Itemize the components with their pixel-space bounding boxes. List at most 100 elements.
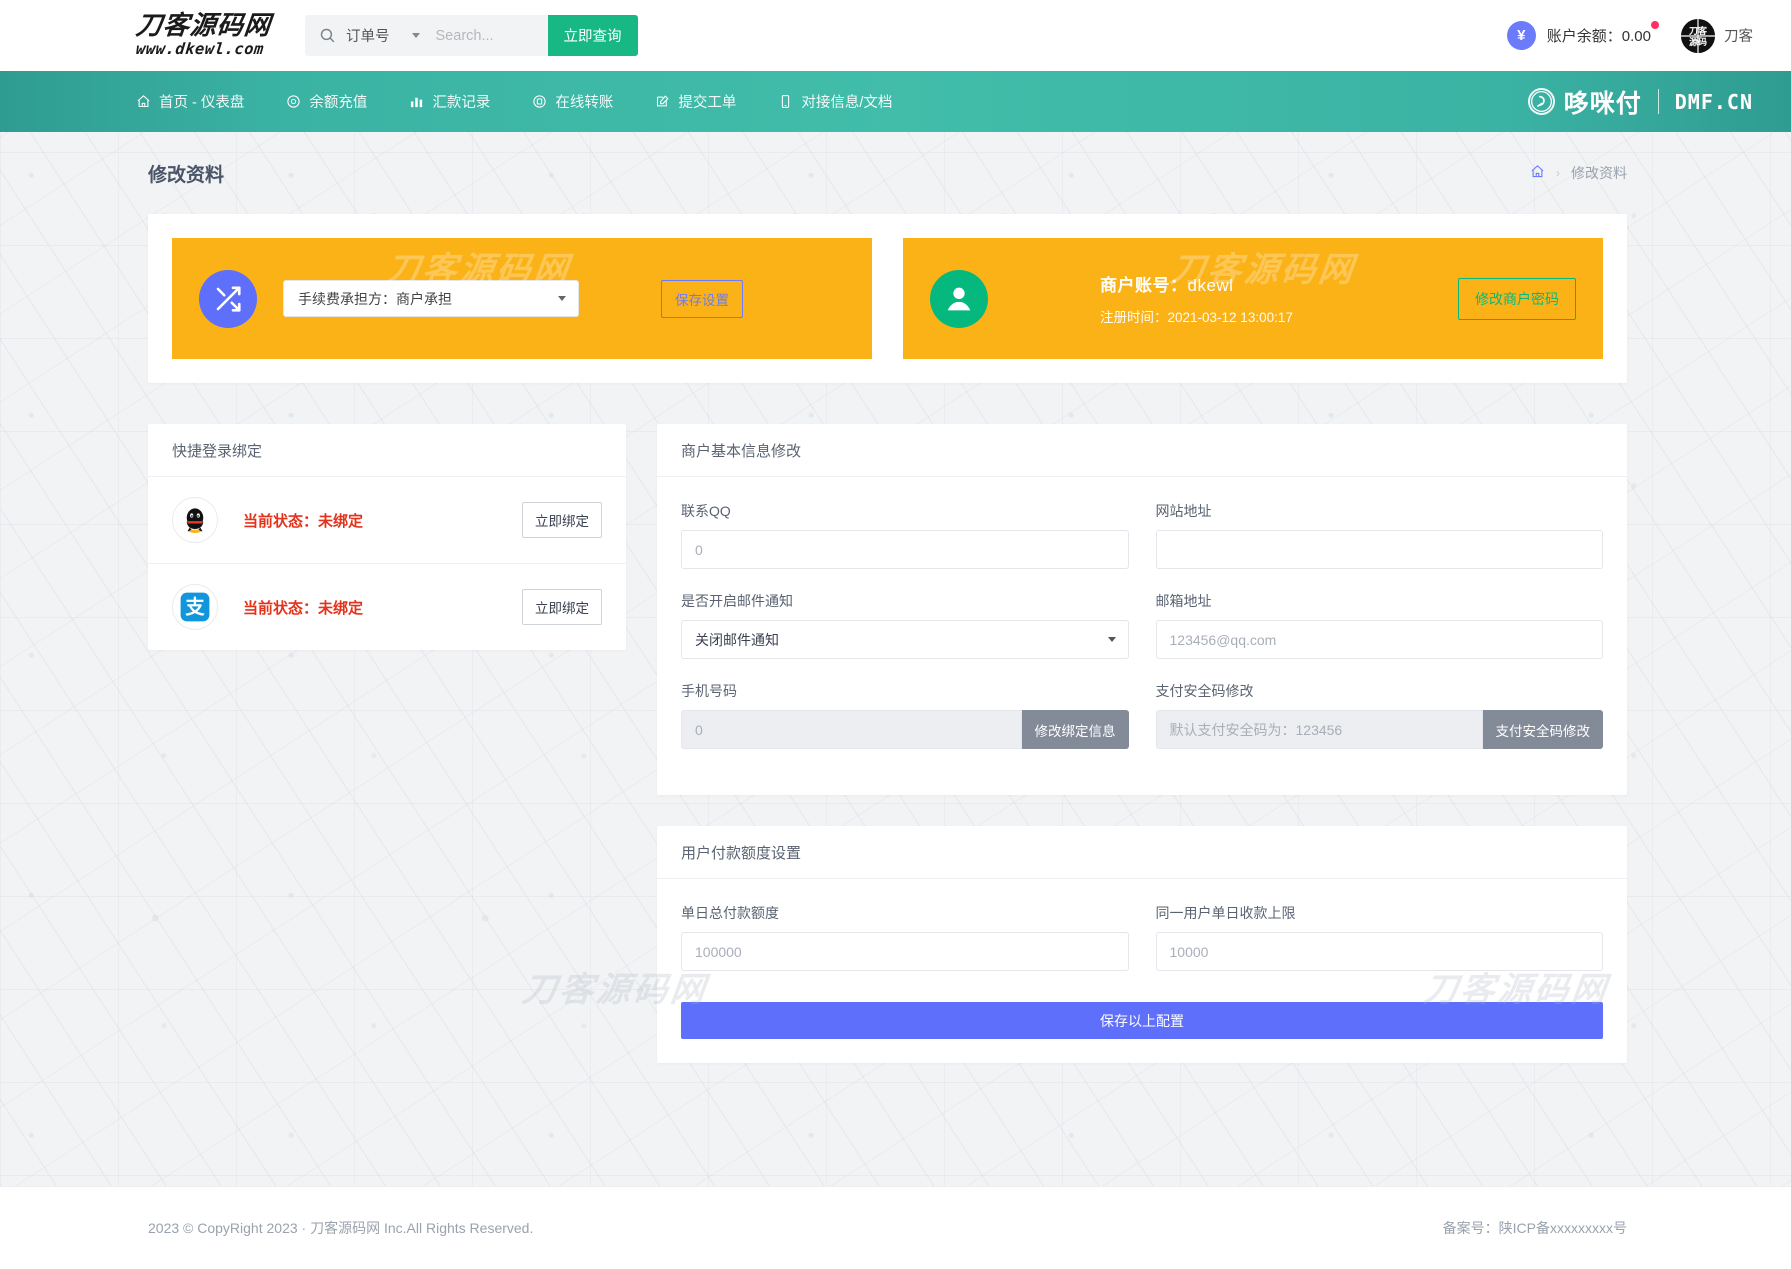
nav-item-docs[interactable]: 对接信息/文档 <box>778 91 892 112</box>
field-daily-total: 单日总付款额度 <box>681 903 1129 971</box>
change-password-wrap: 修改商户密码 <box>1458 278 1576 320</box>
field-website: 网站地址 <box>1156 501 1604 569</box>
per-user-input[interactable] <box>1156 932 1604 971</box>
footer: 2023 © CopyRight 2023 · 刀客源码网 Inc.All Ri… <box>0 1186 1791 1269</box>
paycode-input[interactable] <box>1156 710 1483 749</box>
brand-mark-icon <box>1528 88 1555 115</box>
nav-item-dashboard[interactable]: 首页 - 仪表盘 <box>136 91 244 112</box>
qq-bind-button[interactable]: 立即绑定 <box>522 502 602 538</box>
quota-card: 刀客源码网 刀客源码网 用户付款额度设置 单日总付款额度 同一用户单日收款上限 <box>657 826 1627 1063</box>
register-time-value: 2021-03-12 13:00:17 <box>1168 310 1293 325</box>
merchant-account-value: dkewl <box>1188 276 1234 295</box>
nav-item-label: 对接信息/文档 <box>801 91 892 112</box>
search-category-label: 订单号 <box>346 25 390 46</box>
top-bar-right: ¥ 账户余额：0.00 刀客 源码 刀客 <box>1507 19 1753 53</box>
chart-bars-icon <box>409 94 424 109</box>
transfer-icon <box>532 94 547 109</box>
qq-label: 联系QQ <box>681 501 1129 521</box>
email-label: 邮箱地址 <box>1156 591 1604 611</box>
field-email: 邮箱地址 <box>1156 591 1604 659</box>
quick-bind-card: 快捷登录绑定 <box>148 424 626 650</box>
field-per-user: 同一用户单日收款上限 <box>1156 903 1604 971</box>
alipay-icon: 支 <box>172 584 218 630</box>
alipay-bind-button[interactable]: 立即绑定 <box>522 589 602 625</box>
lower-section: 快捷登录绑定 <box>148 424 1627 1063</box>
qq-icon <box>172 497 218 543</box>
search-icon <box>305 27 346 44</box>
account-balance[interactable]: ¥ 账户余额：0.00 <box>1507 21 1651 50</box>
search-submit-button[interactable]: 立即查询 <box>548 15 638 56</box>
fee-bearer-select[interactable]: 手续费承担方：商户承担 <box>283 280 579 317</box>
account-balance-label: 账户余额：0.00 <box>1547 25 1651 46</box>
phone-input-group: 修改绑定信息 <box>681 710 1129 749</box>
merchant-account-info: 商户账号：dkewl 注册时间：2021-03-12 13:00:17 <box>1100 271 1293 326</box>
chevron-down-icon <box>412 33 420 38</box>
brand-divider <box>1658 89 1659 114</box>
qq-bind-status: 当前状态：未绑定 <box>243 510 363 531</box>
daily-total-input[interactable] <box>681 932 1129 971</box>
quota-title: 用户付款额度设置 <box>657 826 1627 879</box>
chevron-down-icon <box>1108 637 1116 642</box>
quick-bind-title: 快捷登录绑定 <box>148 424 626 477</box>
user-icon <box>930 270 988 328</box>
footer-icp: 备案号：陕ICP备xxxxxxxxx号 <box>1443 1218 1627 1238</box>
footer-copyright: 2023 © CopyRight 2023 · 刀客源码网 Inc.All Ri… <box>148 1218 533 1238</box>
coin-icon <box>286 94 301 109</box>
nav-item-remittance[interactable]: 汇款记录 <box>409 91 490 112</box>
top-bar: 刀客源码网 www.dkewl.com 订单号 立即查询 ¥ 账户余额：0.00… <box>0 0 1791 71</box>
shuffle-icon <box>199 270 257 328</box>
nav-item-label: 首页 - 仪表盘 <box>159 91 244 112</box>
notification-dot <box>1651 21 1659 29</box>
mail-notify-label: 是否开启邮件通知 <box>681 591 1129 611</box>
page-title: 修改资料 <box>148 160 224 187</box>
qq-input[interactable] <box>681 530 1129 569</box>
email-input[interactable] <box>1156 620 1604 659</box>
change-merchant-password-button[interactable]: 修改商户密码 <box>1458 278 1576 320</box>
change-paycode-button[interactable]: 支付安全码修改 <box>1483 710 1604 749</box>
save-fee-setting-button[interactable]: 保存设置 <box>661 280 743 318</box>
nav-item-label: 余额充值 <box>309 91 367 112</box>
avatar: 刀客 源码 <box>1681 19 1715 53</box>
brand-domain-label: DMF.CN <box>1675 90 1753 114</box>
search-category-select[interactable]: 订单号 <box>346 25 434 46</box>
user-menu[interactable]: 刀客 源码 刀客 <box>1681 19 1753 53</box>
mobile-icon <box>778 94 793 109</box>
main-navigation: 首页 - 仪表盘 余额充值 汇款记录 在线转账 <box>0 71 1791 132</box>
home-icon <box>136 94 151 109</box>
quota-grid: 单日总付款额度 同一用户单日收款上限 <box>681 903 1603 993</box>
summary-banner-card: 刀客源码网 手续费承担方：商户承担 保存设置 刀客源码网 <box>148 214 1627 383</box>
svg-text:支: 支 <box>185 595 205 618</box>
website-input[interactable] <box>1156 530 1604 569</box>
brand-name-label: 哆咪付 <box>1564 84 1642 120</box>
save-configuration-button[interactable]: 保存以上配置 <box>681 1002 1603 1039</box>
site-logo[interactable]: 刀客源码网 www.dkewl.com <box>136 13 271 58</box>
merchant-info-title: 商户基本信息修改 <box>657 424 1627 477</box>
breadcrumb-separator: › <box>1556 166 1560 180</box>
search-input[interactable] <box>434 15 548 56</box>
breadcrumb-home-icon[interactable] <box>1530 164 1545 182</box>
nav-item-recharge[interactable]: 余额充值 <box>286 91 367 112</box>
nav-item-label: 在线转账 <box>555 91 613 112</box>
quick-bind-column: 快捷登录绑定 <box>148 424 626 650</box>
nav-item-transfer[interactable]: 在线转账 <box>532 91 613 112</box>
quota-body: 单日总付款额度 同一用户单日收款上限 保存以上配置 <box>657 879 1627 1063</box>
page-header: 修改资料 › 修改资料 <box>0 132 1791 214</box>
fee-setting-panel: 刀客源码网 手续费承担方：商户承担 保存设置 <box>172 238 872 359</box>
website-label: 网站地址 <box>1156 501 1604 521</box>
fee-bearer-value: 手续费承担方：商户承担 <box>298 289 452 309</box>
nav-item-ticket[interactable]: 提交工单 <box>655 91 736 112</box>
phone-input[interactable] <box>681 710 1022 749</box>
bind-row-qq: 当前状态：未绑定 立即绑定 <box>148 477 626 563</box>
site-logo-domain: www.dkewl.com <box>135 42 272 58</box>
nav-item-label: 提交工单 <box>678 91 736 112</box>
merchant-account-panel: 刀客源码网 商户账号：dkewl 注册时间：2021-03-12 13:00:1… <box>903 238 1603 359</box>
nav-item-label: 汇款记录 <box>432 91 490 112</box>
phone-label: 手机号码 <box>681 681 1129 701</box>
search-box: 订单号 立即查询 <box>305 15 638 56</box>
chevron-down-icon <box>558 296 566 301</box>
change-phone-binding-button[interactable]: 修改绑定信息 <box>1022 710 1129 749</box>
merchant-info-grid: 联系QQ 网站地址 是否开启邮件通知 关闭邮件通知 <box>681 501 1603 771</box>
merchant-info-body: 联系QQ 网站地址 是否开启邮件通知 关闭邮件通知 <box>657 477 1627 795</box>
bind-row-alipay: 支 当前状态：未绑定 立即绑定 <box>148 563 626 650</box>
mail-notify-select[interactable]: 关闭邮件通知 <box>681 620 1129 659</box>
